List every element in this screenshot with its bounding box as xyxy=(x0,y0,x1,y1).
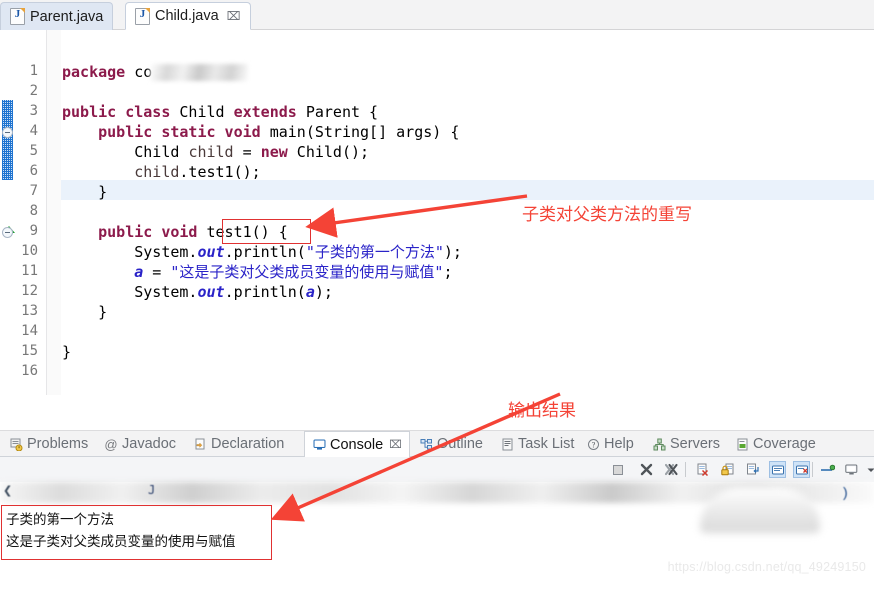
redacted-package-name xyxy=(150,64,248,81)
tab-console[interactable]: Console ⌧ xyxy=(304,431,410,457)
current-line-highlight xyxy=(61,180,874,200)
close-icon[interactable]: ⌧ xyxy=(389,438,402,451)
view-menu-icon[interactable] xyxy=(862,461,874,478)
tab-label: Declaration xyxy=(211,436,285,452)
highlight-box-test1 xyxy=(222,219,311,244)
code-line: Child child = new Child(); xyxy=(62,143,370,161)
code-line: } xyxy=(62,303,108,321)
editor-tab-parent[interactable]: Parent.java xyxy=(0,2,114,30)
code-line: } xyxy=(62,183,108,201)
declaration-icon xyxy=(193,437,207,451)
tab-servers[interactable]: Servers xyxy=(645,431,727,457)
console-toolbar xyxy=(0,457,874,482)
chevron-left-icon: ❮ xyxy=(3,485,13,497)
tab-label: Help xyxy=(604,436,634,452)
line-number: 10 xyxy=(21,243,38,259)
console-view[interactable]: ❮ J ) 子类的第一个方法 这是子类对父类成员变量的使用与赋值 https:/… xyxy=(0,457,874,590)
java-file-icon xyxy=(135,7,150,25)
word-wrap-icon[interactable] xyxy=(744,461,761,478)
terminate-icon[interactable] xyxy=(609,461,626,478)
line-number: 16 xyxy=(21,363,38,379)
toolbar-divider xyxy=(685,462,686,477)
line-number: 1 xyxy=(29,63,38,79)
annotation-override-note: 子类对父类方法的重写 xyxy=(522,205,692,225)
scroll-lock-icon[interactable] xyxy=(719,461,736,478)
line-number: 15 xyxy=(21,343,38,359)
remove-launch-icon[interactable] xyxy=(638,461,655,478)
show-console-icon[interactable] xyxy=(769,461,786,478)
pin-console-icon[interactable] xyxy=(819,461,836,478)
line-number: 12 xyxy=(21,283,38,299)
console-icon xyxy=(312,438,326,452)
editor-tab-child[interactable]: Child.java ⌧ xyxy=(125,2,251,30)
clear-console-icon[interactable] xyxy=(694,461,711,478)
editor-tab-label: Child.java xyxy=(155,8,219,24)
svg-text:?: ? xyxy=(591,440,595,449)
redacted-console-paren: ) xyxy=(843,484,848,500)
toolbar-divider xyxy=(812,462,813,477)
code-line: public static void main(String[] args) { xyxy=(98,123,460,141)
line-number: 11 xyxy=(21,263,38,279)
editor-tab-label: Parent.java xyxy=(30,8,104,25)
help-icon: ? xyxy=(586,437,600,451)
fold-toggle-icon[interactable] xyxy=(2,127,13,138)
tab-label: Coverage xyxy=(753,436,816,452)
line-number: 3 xyxy=(29,103,38,119)
line-number: 14 xyxy=(21,323,38,339)
line-number: 5 xyxy=(29,143,38,159)
console-output-line: 子类的第一个方法 xyxy=(6,512,114,528)
tab-javadoc[interactable]: @ Javadoc xyxy=(97,431,183,457)
code-editor[interactable]: 1 2 3 4 5 6 7 8 9 10 11 12 13 14 15 16 p… xyxy=(0,30,874,395)
code-line: public class Child extends Parent { xyxy=(62,103,379,121)
redacted-console-blob xyxy=(700,487,820,533)
tab-task-list[interactable]: Task List xyxy=(493,431,581,457)
tab-label: Servers xyxy=(670,436,720,452)
line-number: 8 xyxy=(29,203,38,219)
tab-label: Problems xyxy=(27,436,89,452)
close-icon[interactable]: ⌧ xyxy=(227,9,241,23)
remove-all-icon[interactable] xyxy=(663,461,680,478)
tab-coverage[interactable]: Coverage xyxy=(728,431,823,457)
code-line: package co xyxy=(62,63,153,81)
line-number: 2 xyxy=(29,83,38,99)
tab-help[interactable]: ? Help xyxy=(579,431,641,457)
code-line: } xyxy=(62,343,72,361)
line-number: 6 xyxy=(29,163,38,179)
code-line: System.out.println("子类的第一个方法"); xyxy=(62,243,462,261)
tab-outline[interactable]: Outline xyxy=(412,431,490,457)
eclipse-window: Parent.java Child.java ⌧ 1 2 3 4 5 6 7 8… xyxy=(0,0,874,590)
tab-label: Task List xyxy=(518,436,575,452)
tab-declaration[interactable]: Declaration xyxy=(186,431,291,457)
redacted-console-glyph: J xyxy=(148,483,156,497)
fold-toggle-icon[interactable] xyxy=(2,227,13,238)
code-line: System.out.println(a); xyxy=(62,283,333,301)
stderr-console-icon[interactable] xyxy=(793,461,810,478)
console-output-line: 这是子类对父类成员变量的使用与赋值 xyxy=(6,534,236,550)
annotation-output-note: 输出结果 xyxy=(508,401,576,421)
display-console-icon[interactable] xyxy=(843,461,860,478)
tasklist-icon xyxy=(500,437,514,451)
javadoc-icon: @ xyxy=(104,436,118,452)
line-number: 7 xyxy=(29,183,38,199)
line-number: 13 xyxy=(21,303,38,319)
coverage-icon xyxy=(735,437,749,451)
tab-problems[interactable]: Problems xyxy=(2,431,95,457)
editor-tab-bar: Parent.java Child.java ⌧ xyxy=(0,0,874,30)
tab-label: Console xyxy=(330,436,384,453)
servers-icon xyxy=(652,437,666,451)
outline-icon xyxy=(419,437,433,451)
problems-icon xyxy=(9,437,23,451)
folding-column[interactable] xyxy=(47,30,61,395)
code-line: child.test1(); xyxy=(134,163,261,181)
java-file-icon xyxy=(10,8,25,25)
code-line: a = "这是子类对父类成员变量的使用与赋值"; xyxy=(134,263,453,281)
tab-label: Outline xyxy=(437,436,483,452)
tab-label: Javadoc xyxy=(122,436,177,452)
view-tab-bar: Problems @ Javadoc Declaration Console ⌧… xyxy=(0,430,874,457)
watermark: https://blog.csdn.net/qq_49249150 xyxy=(667,560,866,574)
